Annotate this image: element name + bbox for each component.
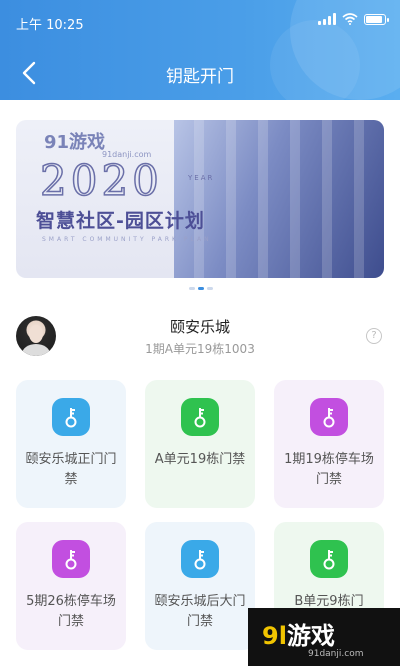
watermark: 9l游戏 91danji.com [248, 608, 400, 666]
page-title: 钥匙开门 [166, 67, 234, 87]
key-icon [52, 540, 90, 578]
status-bar: 上午 10:25 [0, 0, 400, 44]
key-icon [181, 540, 219, 578]
door-card[interactable]: 5期26栋停车场门禁 [16, 522, 126, 650]
wifi-icon [342, 13, 358, 25]
door-card[interactable]: 颐安乐城后大门门禁 [145, 522, 255, 650]
key-icon [310, 540, 348, 578]
carousel-indicator [189, 287, 213, 290]
community-info: 颐安乐城 1期A单元19栋1003 ? [16, 312, 384, 360]
banner-city-image [174, 120, 384, 278]
carousel-dot[interactable] [207, 287, 213, 290]
key-icon [310, 398, 348, 436]
watermark-brand: 9l游戏 [262, 622, 335, 650]
banner-headline: 智慧社区-园区计划 [36, 210, 205, 232]
door-label: 颐安乐城正门门禁 [25, 452, 117, 487]
key-icon [52, 398, 90, 436]
status-icons [318, 13, 389, 25]
cellular-signal-icon [318, 13, 336, 25]
banner-watermark-logo: 91游戏 [44, 132, 106, 153]
door-card[interactable]: A单元19栋门禁 [145, 380, 255, 508]
carousel-dot[interactable] [189, 287, 195, 290]
banner-year-sub: YEAR [188, 174, 215, 182]
promo-banner[interactable]: 91游戏 91danji.com 2020 YEAR 智慧社区-园区计划 SMA… [16, 120, 384, 278]
carousel-dot-active[interactable] [198, 287, 204, 290]
community-name: 颐安乐城 [169, 318, 230, 336]
door-label: 颐安乐城后大门门禁 [154, 594, 246, 629]
door-card[interactable]: 颐安乐城正门门禁 [16, 380, 126, 508]
banner-year: 2020 [39, 155, 163, 206]
key-icon [181, 398, 219, 436]
community-unit: 1期A单元19栋1003 [145, 342, 255, 356]
door-label: 5期26栋停车场门禁 [26, 594, 116, 629]
door-label: 1期19栋停车场门禁 [284, 452, 374, 487]
door-label: A单元19栋门禁 [154, 452, 246, 467]
status-time: 上午 10:25 [16, 18, 84, 33]
door-card[interactable]: 1期19栋停车场门禁 [274, 380, 384, 508]
banner-headline-sub: SMART COMMUNITY PARK PLAN [42, 236, 212, 243]
help-icon[interactable]: ? [366, 328, 382, 344]
battery-icon [364, 13, 389, 25]
watermark-site: 91danji.com [308, 649, 364, 659]
nav-bar: 钥匙开门 [0, 52, 400, 96]
